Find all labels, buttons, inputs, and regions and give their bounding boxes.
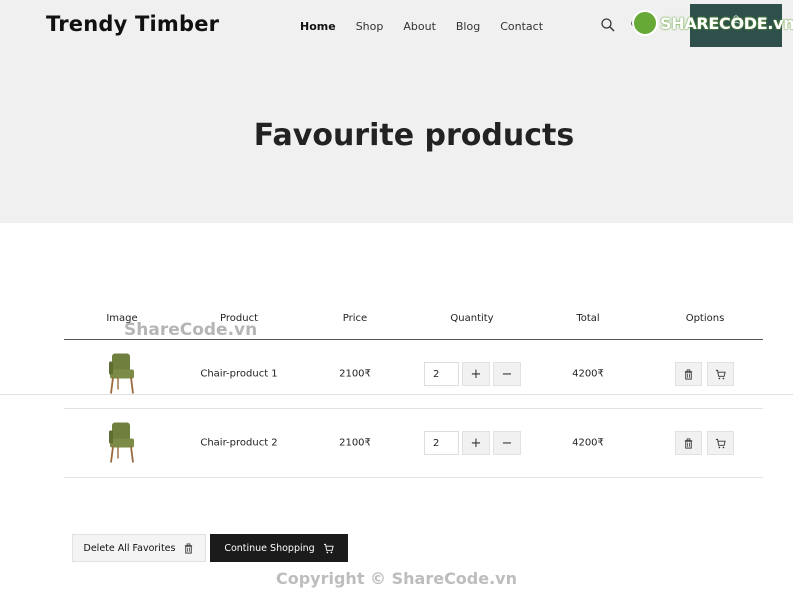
nav-shop[interactable]: Shop xyxy=(356,20,384,33)
cart-icon xyxy=(715,438,726,448)
table-row: Chair-product 2 2100₹ 2 + − 4200₹ xyxy=(64,409,763,478)
delete-all-label: Delete All Favorites xyxy=(83,542,176,554)
row-options xyxy=(675,431,734,455)
trash-icon xyxy=(684,438,693,449)
add-to-cart-button[interactable] xyxy=(707,362,734,386)
continue-shopping-label: Continue Shopping xyxy=(224,542,315,554)
quantity-decrease-button[interactable]: − xyxy=(493,362,521,386)
divider xyxy=(0,394,793,395)
product-image[interactable] xyxy=(106,419,138,468)
search-icon[interactable] xyxy=(600,17,616,33)
product-total: 4200₹ xyxy=(572,437,604,449)
delete-all-favorites-button[interactable]: Delete All Favorites xyxy=(72,534,206,562)
watermark-logo-text: SHARECODE.vn xyxy=(660,13,793,33)
remove-favorite-button[interactable] xyxy=(675,431,702,455)
quantity-increase-button[interactable]: + xyxy=(462,431,490,455)
trash-icon xyxy=(185,543,193,554)
continue-shopping-button[interactable]: Continue Shopping xyxy=(210,534,348,562)
nav-contact[interactable]: Contact xyxy=(500,20,543,33)
cart-icon xyxy=(323,543,334,553)
page-title: Favourite products xyxy=(253,118,575,153)
trash-icon xyxy=(684,369,693,380)
product-name[interactable]: Chair-product 2 xyxy=(200,438,277,449)
brand-logo[interactable]: Trendy Timber xyxy=(46,12,219,36)
quantity-decrease-button[interactable]: − xyxy=(493,431,521,455)
site-header: Trendy Timber Home Shop About Blog Conta… xyxy=(0,0,793,56)
col-quantity: Quantity xyxy=(450,313,494,324)
remove-favorite-button[interactable] xyxy=(675,362,702,386)
quantity-increase-button[interactable]: + xyxy=(462,362,490,386)
copyright-watermark: Copyright © ShareCode.vn xyxy=(275,569,517,588)
product-image[interactable] xyxy=(106,350,138,399)
watermark-logo: SHARECODE.vn xyxy=(632,10,793,36)
nav-about[interactable]: About xyxy=(403,20,436,33)
product-price: 2100₹ xyxy=(339,437,371,449)
nav-blog[interactable]: Blog xyxy=(456,20,480,33)
cart-icon xyxy=(715,369,726,379)
hero-banner: Favourite products xyxy=(0,56,793,223)
table-row: Chair-product 1 2100₹ 2 + − 4200₹ xyxy=(64,340,763,409)
product-total: 4200₹ xyxy=(572,368,604,380)
add-to-cart-button[interactable] xyxy=(707,431,734,455)
watermark-badge-icon xyxy=(632,10,658,36)
watermark-text: ShareCode.vn xyxy=(124,320,258,340)
product-name[interactable]: Chair-product 1 xyxy=(200,369,277,380)
quantity-stepper: 2 + − xyxy=(424,431,521,455)
col-total: Total xyxy=(576,313,600,324)
row-options xyxy=(675,362,734,386)
nav-home[interactable]: Home xyxy=(300,20,336,33)
col-price: Price xyxy=(342,313,368,324)
quantity-input[interactable]: 2 xyxy=(424,362,459,386)
main-nav: Home Shop About Blog Contact xyxy=(300,20,563,33)
col-options: Options xyxy=(685,313,725,324)
product-price: 2100₹ xyxy=(339,368,371,380)
quantity-input[interactable]: 2 xyxy=(424,431,459,455)
quantity-stepper: 2 + − xyxy=(424,362,521,386)
